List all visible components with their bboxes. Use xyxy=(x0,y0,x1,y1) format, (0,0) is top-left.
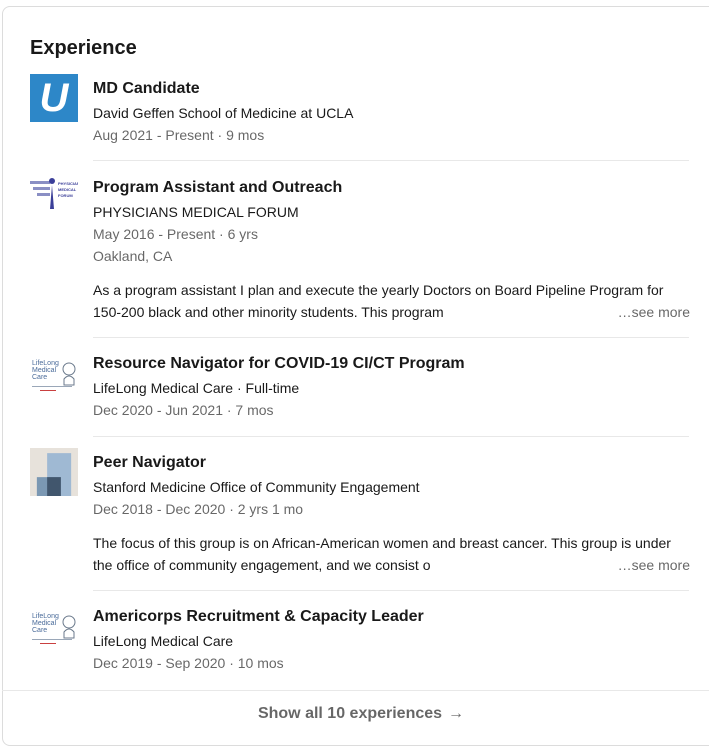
experience-item[interactable]: U MD Candidate David Geffen School of Me… xyxy=(30,74,690,154)
experience-item[interactable]: LifeLong Medical Care Americorps Recruit… xyxy=(30,602,690,682)
date-range: Dec 2018 - Dec 2020 · 2 yrs 1 mo xyxy=(93,501,304,517)
svg-text:Care: Care xyxy=(32,627,47,634)
job-title[interactable]: Peer Navigator xyxy=(93,453,690,473)
company-name: LifeLong Medical Care · Full-time xyxy=(93,380,300,396)
job-title[interactable]: MD Candidate xyxy=(93,79,690,99)
divider xyxy=(93,160,689,161)
show-all-footer: Show all 10 experiences → xyxy=(2,690,709,740)
job-title[interactable]: Program Assistant and Outreach xyxy=(93,178,690,198)
svg-text:PHYSICIANS: PHYSICIANS xyxy=(58,181,78,186)
company-name: David Geffen School of Medicine at UCLA xyxy=(93,105,354,121)
divider xyxy=(93,436,689,437)
date-range: Dec 2019 - Sep 2020 · 10 mos xyxy=(93,655,284,671)
show-all-label: Show all 10 experiences xyxy=(257,705,443,722)
lifelong-medical-care-logo-icon[interactable]: LifeLong Medical Care xyxy=(30,349,78,397)
experience-item[interactable]: PHYSICIANS MEDICAL FORUM Program Assista… xyxy=(30,173,690,333)
physicians-medical-forum-logo-icon[interactable]: PHYSICIANS MEDICAL FORUM xyxy=(30,173,78,221)
description: As a program assistant I plan and execut… xyxy=(93,279,690,323)
date-range: May 2016 - Present · 6 yrs xyxy=(93,226,258,242)
svg-text:FORUM: FORUM xyxy=(58,193,73,198)
date-range: Aug 2021 - Present · 9 mos xyxy=(93,127,265,143)
experience-item[interactable]: LifeLong Medical Care Resource Navigator… xyxy=(30,349,690,429)
section-title: Experience xyxy=(30,37,137,59)
lifelong-medical-care-logo-icon[interactable]: LifeLong Medical Care xyxy=(30,602,78,650)
svg-text:LifeLong: LifeLong xyxy=(32,360,59,367)
svg-text:Care: Care xyxy=(32,374,47,381)
svg-text:Medical: Medical xyxy=(32,367,57,374)
see-more-link[interactable]: …see more xyxy=(611,301,690,323)
svg-text:LifeLong: LifeLong xyxy=(32,613,59,620)
svg-text:MEDICAL: MEDICAL xyxy=(58,187,77,192)
svg-text:Medical: Medical xyxy=(32,620,57,627)
experience-item[interactable]: Peer Navigator Stanford Medicine Office … xyxy=(30,448,690,588)
description: The focus of this group is on African-Am… xyxy=(93,532,690,576)
divider xyxy=(93,337,689,338)
company-name: PHYSICIANS MEDICAL FORUM xyxy=(93,204,299,220)
date-range: Dec 2020 - Jun 2021 · 7 mos xyxy=(93,402,274,418)
company-name: Stanford Medicine Office of Community En… xyxy=(93,479,420,495)
location: Oakland, CA xyxy=(93,248,173,264)
stanford-placeholder-logo-icon[interactable] xyxy=(30,448,78,496)
see-more-link[interactable]: …see more xyxy=(611,554,690,576)
ucla-logo-icon[interactable]: U xyxy=(30,74,78,122)
divider xyxy=(93,590,689,591)
show-all-experiences-button[interactable]: Show all 10 experiences → xyxy=(258,705,464,723)
job-title[interactable]: Resource Navigator for COVID-19 CI/CT Pr… xyxy=(93,354,690,374)
company-name: LifeLong Medical Care xyxy=(93,633,234,649)
job-title[interactable]: Americorps Recruitment & Capacity Leader xyxy=(93,607,690,627)
arrow-right-icon: → xyxy=(448,705,465,722)
